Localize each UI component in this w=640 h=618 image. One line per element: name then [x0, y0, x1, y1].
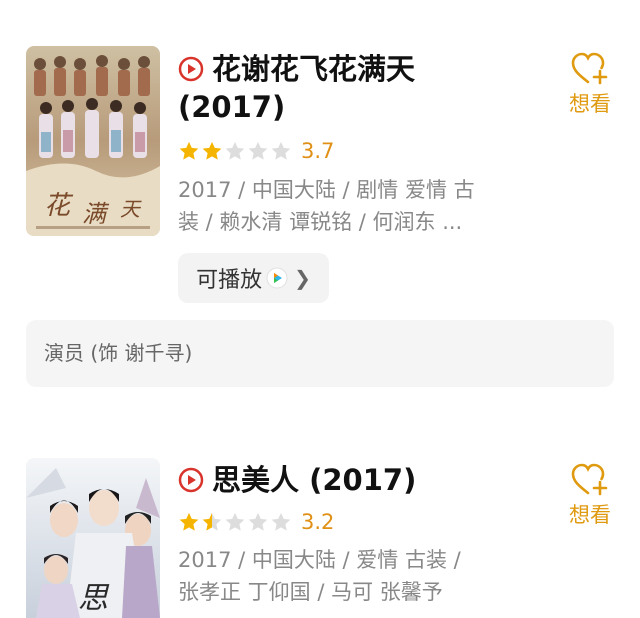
rating-score: 3.2 [301, 510, 335, 534]
movie-title[interactable]: 花谢花飞花满天 (2017) [178, 50, 538, 126]
playable-button[interactable]: 可播放 ❯ [178, 253, 329, 303]
want-to-watch-button[interactable]: 想看 [562, 463, 618, 529]
want-to-watch-button[interactable]: 想看 [562, 52, 618, 118]
poster-image[interactable]: 思 [26, 458, 160, 618]
rating-score: 3.7 [301, 139, 335, 163]
poster-image[interactable]: 花 满 天 [26, 46, 160, 236]
meta-line: 张孝正 丁仰国 / 马可 张馨予 [178, 580, 443, 604]
movie-title-text: 思美人 (2017) [212, 463, 417, 497]
movie-year: (2017) [178, 90, 286, 124]
rating-row: 3.7 [178, 137, 334, 165]
movie-meta: 2017 / 中国大陆 / 爱情 古装 / 张孝正 丁仰国 / 马可 张馨予 [178, 544, 498, 608]
movie-title[interactable]: 思美人 (2017) [178, 461, 538, 499]
playable-label: 可播放 [196, 268, 263, 293]
star-filled-icon [202, 141, 222, 160]
movie-meta: 2017 / 中国大陆 / 剧情 爱情 古 装 / 赖水清 谭锐铭 / 何润东 … [178, 174, 498, 238]
role-info[interactable]: 演员 (饰 谢千寻) [26, 320, 614, 387]
svg-text:满: 满 [82, 200, 110, 228]
meta-line: 装 / 赖水清 谭锐铭 / 何润东 ... [178, 210, 463, 234]
play-icon [178, 56, 204, 82]
svg-text:天: 天 [120, 197, 142, 221]
video-source-icon [266, 267, 288, 289]
svg-text:思: 思 [78, 581, 110, 616]
star-filled-icon [179, 512, 199, 531]
play-icon [178, 467, 204, 493]
meta-line: 2017 / 中国大陆 / 爱情 古装 / [178, 548, 461, 572]
movie-title-text: 花谢花飞花满天 [212, 52, 416, 86]
chevron-right-icon: ❯ [294, 266, 311, 290]
star-empty-icon [271, 512, 291, 531]
want-to-watch-label: 想看 [569, 92, 611, 116]
star-filled-icon [179, 141, 199, 160]
svg-text:花: 花 [44, 191, 74, 221]
star-empty-icon [248, 512, 268, 531]
star-empty-icon [225, 512, 245, 531]
star-empty-icon [248, 141, 268, 160]
star-empty-icon [225, 141, 245, 160]
star-empty-icon [271, 141, 291, 160]
rating-row: 3.2 [178, 508, 334, 536]
star-half-icon [202, 512, 222, 531]
want-to-watch-label: 想看 [569, 503, 611, 527]
heart-plus-icon [571, 52, 608, 85]
heart-plus-icon [571, 463, 608, 496]
meta-line: 2017 / 中国大陆 / 剧情 爱情 古 [178, 178, 475, 202]
